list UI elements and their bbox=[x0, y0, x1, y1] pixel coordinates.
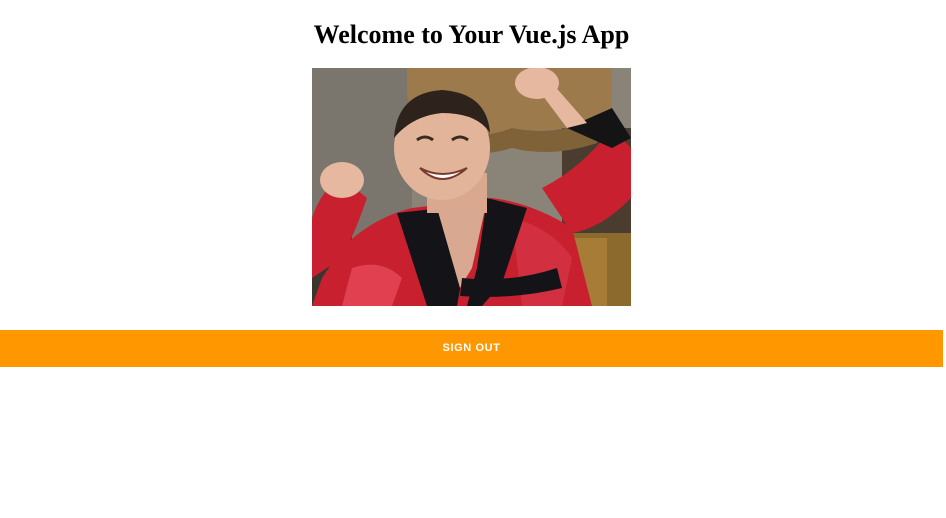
sign-out-button[interactable]: SIGN OUT bbox=[0, 330, 943, 367]
celebration-image bbox=[312, 68, 631, 306]
page-title: Welcome to Your Vue.js App bbox=[313, 20, 630, 49]
